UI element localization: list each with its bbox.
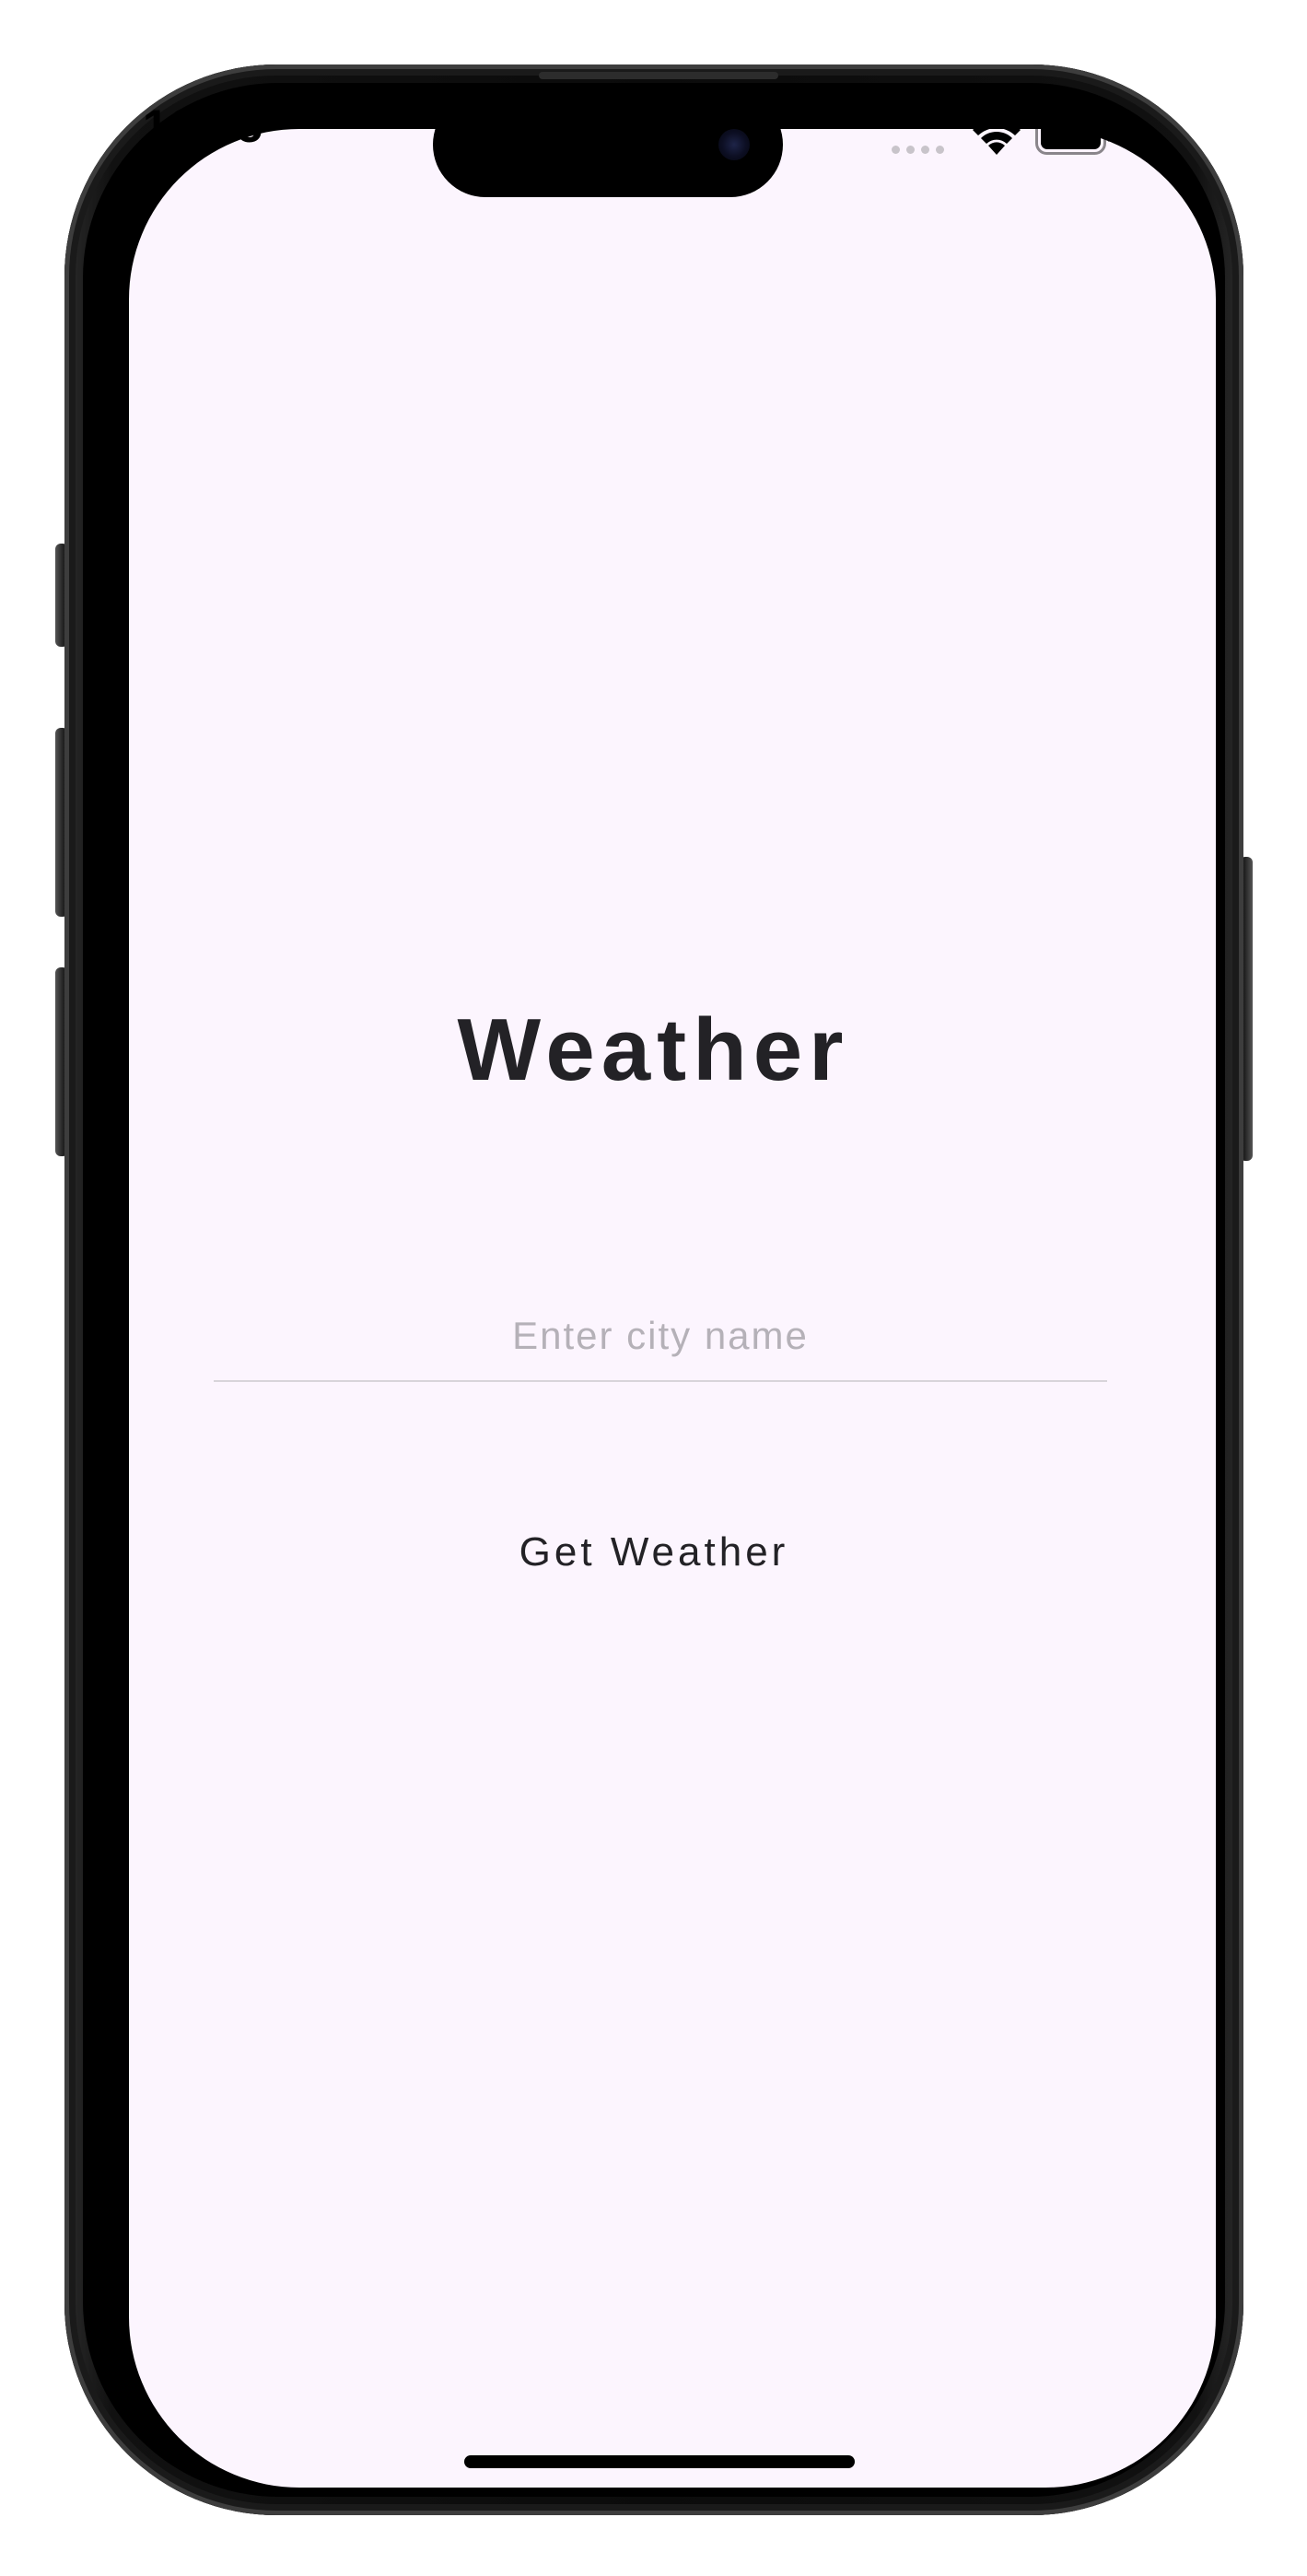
phone-bezel [83,83,1225,2497]
speaker-grille [539,72,778,79]
home-indicator[interactable] [464,2455,855,2468]
device-stage: 16:45 Weather Get Weather [0,0,1307,2576]
get-weather-button[interactable]: Get Weather [479,1511,829,1594]
battery-full-icon [1035,118,1112,155]
dynamic-island [433,92,783,197]
phone-frame [64,64,1243,2515]
city-name-input[interactable] [214,1292,1107,1382]
cellular-signal-dots-icon [892,146,944,154]
camera-icon [718,129,750,160]
wifi-icon [973,120,1021,155]
page-title: Weather [457,1001,850,1099]
status-time: 16:45 [143,100,263,152]
